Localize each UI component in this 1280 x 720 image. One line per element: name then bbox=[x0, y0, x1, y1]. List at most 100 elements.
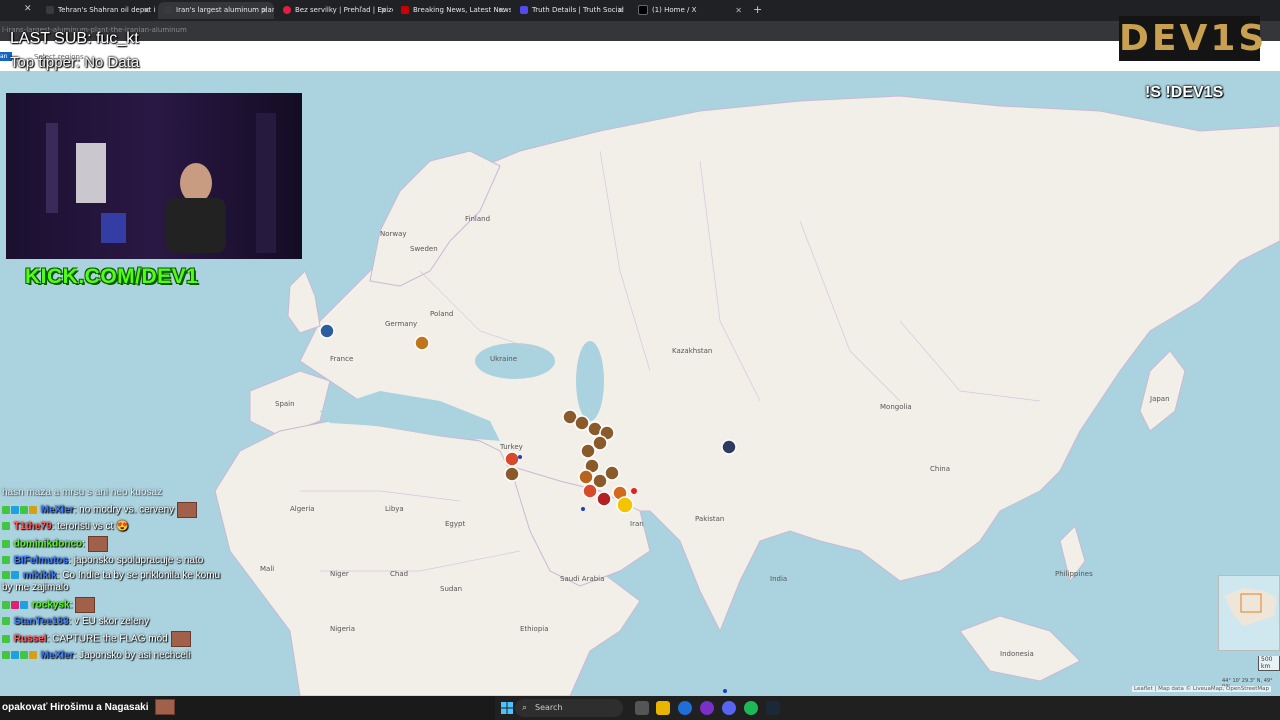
map-label: France bbox=[330, 355, 353, 363]
app-icon[interactable] bbox=[700, 701, 714, 715]
marker-icon[interactable] bbox=[574, 415, 590, 431]
badge-icon bbox=[20, 651, 28, 660]
top-tipper-text: Top tipper: No Data bbox=[10, 54, 140, 71]
chat-message: MeXler: Japonsko by asi nechceli bbox=[0, 650, 230, 662]
chat-message: MeXler: no modry vs. cerveny bbox=[0, 502, 230, 518]
browser-tab-active[interactable]: Iran's largest aluminum plant, c✕ bbox=[158, 2, 274, 19]
spotify-icon[interactable] bbox=[744, 701, 758, 715]
favicon-icon bbox=[46, 6, 54, 14]
marker-icon[interactable] bbox=[580, 443, 596, 459]
marker-dot[interactable] bbox=[581, 507, 585, 511]
task-view-icon[interactable] bbox=[635, 701, 649, 715]
discord-icon[interactable] bbox=[722, 701, 736, 715]
kick-url-banner: KICK.COM/DEV1 bbox=[25, 265, 199, 288]
map-label: Chad bbox=[390, 570, 408, 578]
browser-tab[interactable]: (1) Home / X ✕ bbox=[632, 2, 748, 19]
close-icon[interactable]: ✕ bbox=[24, 4, 32, 14]
map-label: Kazakhstan bbox=[672, 347, 712, 355]
map-label: Ukraine bbox=[490, 355, 517, 363]
address-bar[interactable]: l-irans-largest-aluminum-plant-the-irani… bbox=[0, 21, 1280, 41]
chrome-icon[interactable] bbox=[678, 701, 692, 715]
caspian-sea bbox=[576, 341, 604, 421]
browser-tab[interactable]: Truth Details | Truth Social ✕ bbox=[514, 2, 630, 19]
close-icon[interactable]: ✕ bbox=[735, 2, 742, 19]
browser-tab-strip: ✕ Tehran's Shahran oil depot is c ✕ Iran'… bbox=[0, 0, 1280, 21]
close-icon[interactable]: ✕ bbox=[143, 2, 150, 19]
tab-label: Tehran's Shahran oil depot is c bbox=[58, 6, 156, 14]
chat-username: MeXler bbox=[40, 650, 74, 661]
chat-username: dominikdonco bbox=[13, 538, 83, 550]
marker-icon[interactable] bbox=[578, 469, 594, 485]
close-icon[interactable]: ✕ bbox=[617, 2, 624, 19]
browser-tab[interactable]: Tehran's Shahran oil depot is c ✕ bbox=[40, 2, 156, 19]
map-label: Ethiopia bbox=[520, 625, 549, 633]
marker-explosion-icon[interactable] bbox=[504, 451, 520, 467]
map-label: Libya bbox=[385, 505, 404, 513]
map-label: Finland bbox=[465, 215, 490, 223]
chat-message: mikikik: Co Indie ta by se priklonila ke… bbox=[0, 570, 230, 594]
taskbar-search[interactable]: ⌕ Search bbox=[515, 699, 623, 717]
chat-username: BIFelmutos bbox=[13, 555, 69, 566]
badge-icon bbox=[29, 506, 37, 514]
chat-message: BIFelmutos: japonsko spolupracuje s nato bbox=[0, 555, 230, 567]
chat-text: : bbox=[69, 599, 73, 611]
map-label: Turkey bbox=[499, 443, 523, 451]
last-sub-text: LAST SUB: fuc_kt bbox=[10, 30, 139, 47]
badge-icon bbox=[20, 601, 28, 609]
close-icon[interactable]: ✕ bbox=[380, 2, 387, 19]
minimap[interactable] bbox=[1218, 575, 1280, 651]
new-tab-button[interactable]: + bbox=[753, 3, 762, 16]
chat-message: dominikdonco: bbox=[0, 536, 230, 552]
map-label: Philippines bbox=[1055, 570, 1093, 578]
badge-icon bbox=[2, 617, 10, 626]
map-label: Japan bbox=[1149, 395, 1170, 403]
badge-icon bbox=[2, 601, 10, 609]
webcam-feed bbox=[6, 93, 302, 259]
chat-text: : japonsko spolupracuje s nato bbox=[68, 555, 204, 566]
marker-icon[interactable] bbox=[504, 466, 520, 482]
map-label: Mali bbox=[260, 565, 274, 573]
map-label: Saudi Arabia bbox=[560, 575, 604, 583]
map-scale: 500 km bbox=[1258, 656, 1280, 671]
taskbar: ⌕ Search bbox=[495, 696, 1280, 720]
browser-tab[interactable]: Bez servilky | Prehľad | Epizódy✕ bbox=[277, 2, 393, 19]
marker-dot[interactable] bbox=[723, 689, 727, 693]
browser-tab[interactable]: Breaking News, Latest News an✕ bbox=[395, 2, 511, 19]
marker-explosion-icon[interactable] bbox=[596, 491, 612, 507]
map-label: Sudan bbox=[440, 585, 462, 593]
map-label: Germany bbox=[385, 320, 417, 328]
windows-start-icon[interactable] bbox=[501, 702, 513, 714]
map-label: Sweden bbox=[410, 245, 438, 253]
marker-plane-icon[interactable] bbox=[319, 323, 335, 339]
marker-plane-icon[interactable] bbox=[721, 439, 737, 455]
chat-username: rockysk bbox=[31, 599, 70, 611]
badge-icon bbox=[2, 571, 10, 580]
close-icon[interactable]: ✕ bbox=[261, 2, 268, 19]
marker-icon[interactable] bbox=[414, 335, 430, 351]
marker-icon[interactable] bbox=[604, 465, 620, 481]
emote-icon bbox=[170, 631, 191, 647]
badge-icon bbox=[2, 522, 10, 531]
marker-dot[interactable] bbox=[631, 488, 637, 494]
favicon-icon bbox=[520, 6, 528, 14]
map-label: Pakistan bbox=[695, 515, 724, 523]
badge-icon bbox=[2, 540, 10, 548]
emote-icon bbox=[75, 597, 96, 613]
close-icon[interactable]: ✕ bbox=[498, 2, 505, 19]
file-explorer-icon[interactable] bbox=[656, 701, 670, 715]
favicon-icon bbox=[401, 6, 409, 14]
map-attribution[interactable]: Leaflet | Map data © LiveuaMap, OpenStre… bbox=[1132, 686, 1272, 692]
marker-icon[interactable] bbox=[616, 496, 634, 514]
marker-dot[interactable] bbox=[518, 455, 522, 459]
chat-text: : no modry vs. cerveny bbox=[73, 504, 175, 516]
map-label: Nigeria bbox=[330, 625, 355, 633]
map-label: Egypt bbox=[445, 520, 465, 528]
steam-icon[interactable] bbox=[766, 701, 780, 715]
map-label: India bbox=[770, 575, 787, 583]
map-label: Spain bbox=[275, 400, 295, 408]
tab-label: Bez servilky | Prehľad | Epizódy bbox=[295, 6, 393, 14]
marker-explosion-icon[interactable] bbox=[582, 483, 598, 499]
chat-message: rockysk: bbox=[0, 597, 230, 613]
badge-icon bbox=[2, 651, 10, 660]
badge-icon bbox=[2, 506, 10, 514]
